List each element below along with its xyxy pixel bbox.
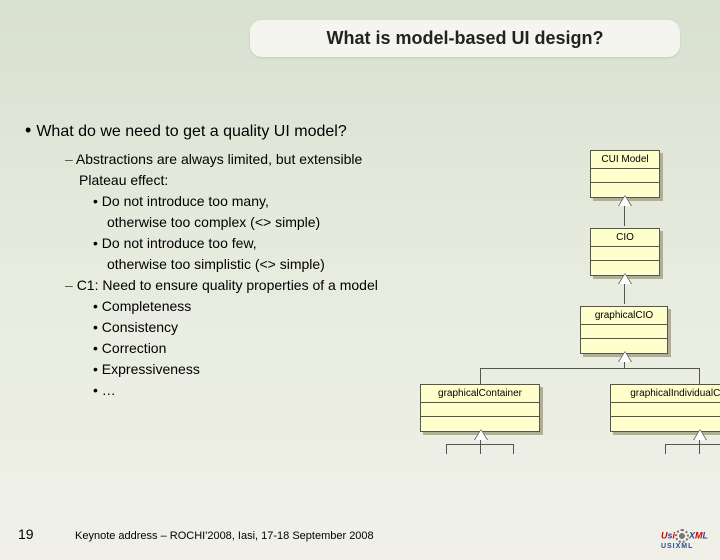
main-bullet-text: What do we need to get a quality UI mode…	[36, 123, 346, 140]
slide-title: What is model-based UI design?	[250, 20, 680, 57]
uml-connector	[480, 368, 481, 384]
uml-connector	[480, 444, 481, 454]
uml-label: graphicalCIO	[581, 307, 667, 325]
uml-connector	[513, 444, 514, 454]
uml-label: graphicalContainer	[421, 385, 539, 403]
uml-cui-model: CUI Model	[590, 150, 660, 198]
uml-graphical-cio: graphicalCIO	[580, 306, 668, 354]
uml-connector	[699, 368, 700, 384]
logo-top: UsiXML	[661, 529, 708, 543]
uml-arrow-icon-fill	[619, 352, 631, 362]
uml-connector	[446, 444, 447, 454]
uml-label: graphicalIndividualComponent	[611, 385, 720, 403]
uml-diagram: CUI Model CIO graphicalCIO graphicalCont…	[440, 150, 710, 510]
uml-arrow-icon-fill	[694, 430, 706, 440]
main-bullet: What do we need to get a quality UI mode…	[25, 120, 705, 141]
uml-connector-h	[480, 368, 700, 369]
title-text: What is model-based UI design?	[326, 28, 603, 48]
logo-sub: USIXML	[661, 543, 708, 550]
uml-cio: CIO	[590, 228, 660, 276]
footer-text: Keynote address – ROCHI'2008, Iasi, 17-1…	[75, 530, 374, 542]
uml-label: CIO	[591, 229, 659, 247]
uml-arrow-icon-fill	[475, 430, 487, 440]
uml-connector	[699, 444, 700, 454]
uml-connector-h	[665, 444, 720, 445]
uml-graphical-container: graphicalContainer	[420, 384, 540, 432]
uml-arrow-icon-fill	[619, 196, 631, 206]
gear-icon	[675, 529, 689, 543]
uml-label: CUI Model	[591, 151, 659, 169]
uml-connector	[665, 444, 666, 454]
uml-arrow-icon-fill	[619, 274, 631, 284]
uml-graphical-individual-component: graphicalIndividualComponent	[610, 384, 720, 432]
